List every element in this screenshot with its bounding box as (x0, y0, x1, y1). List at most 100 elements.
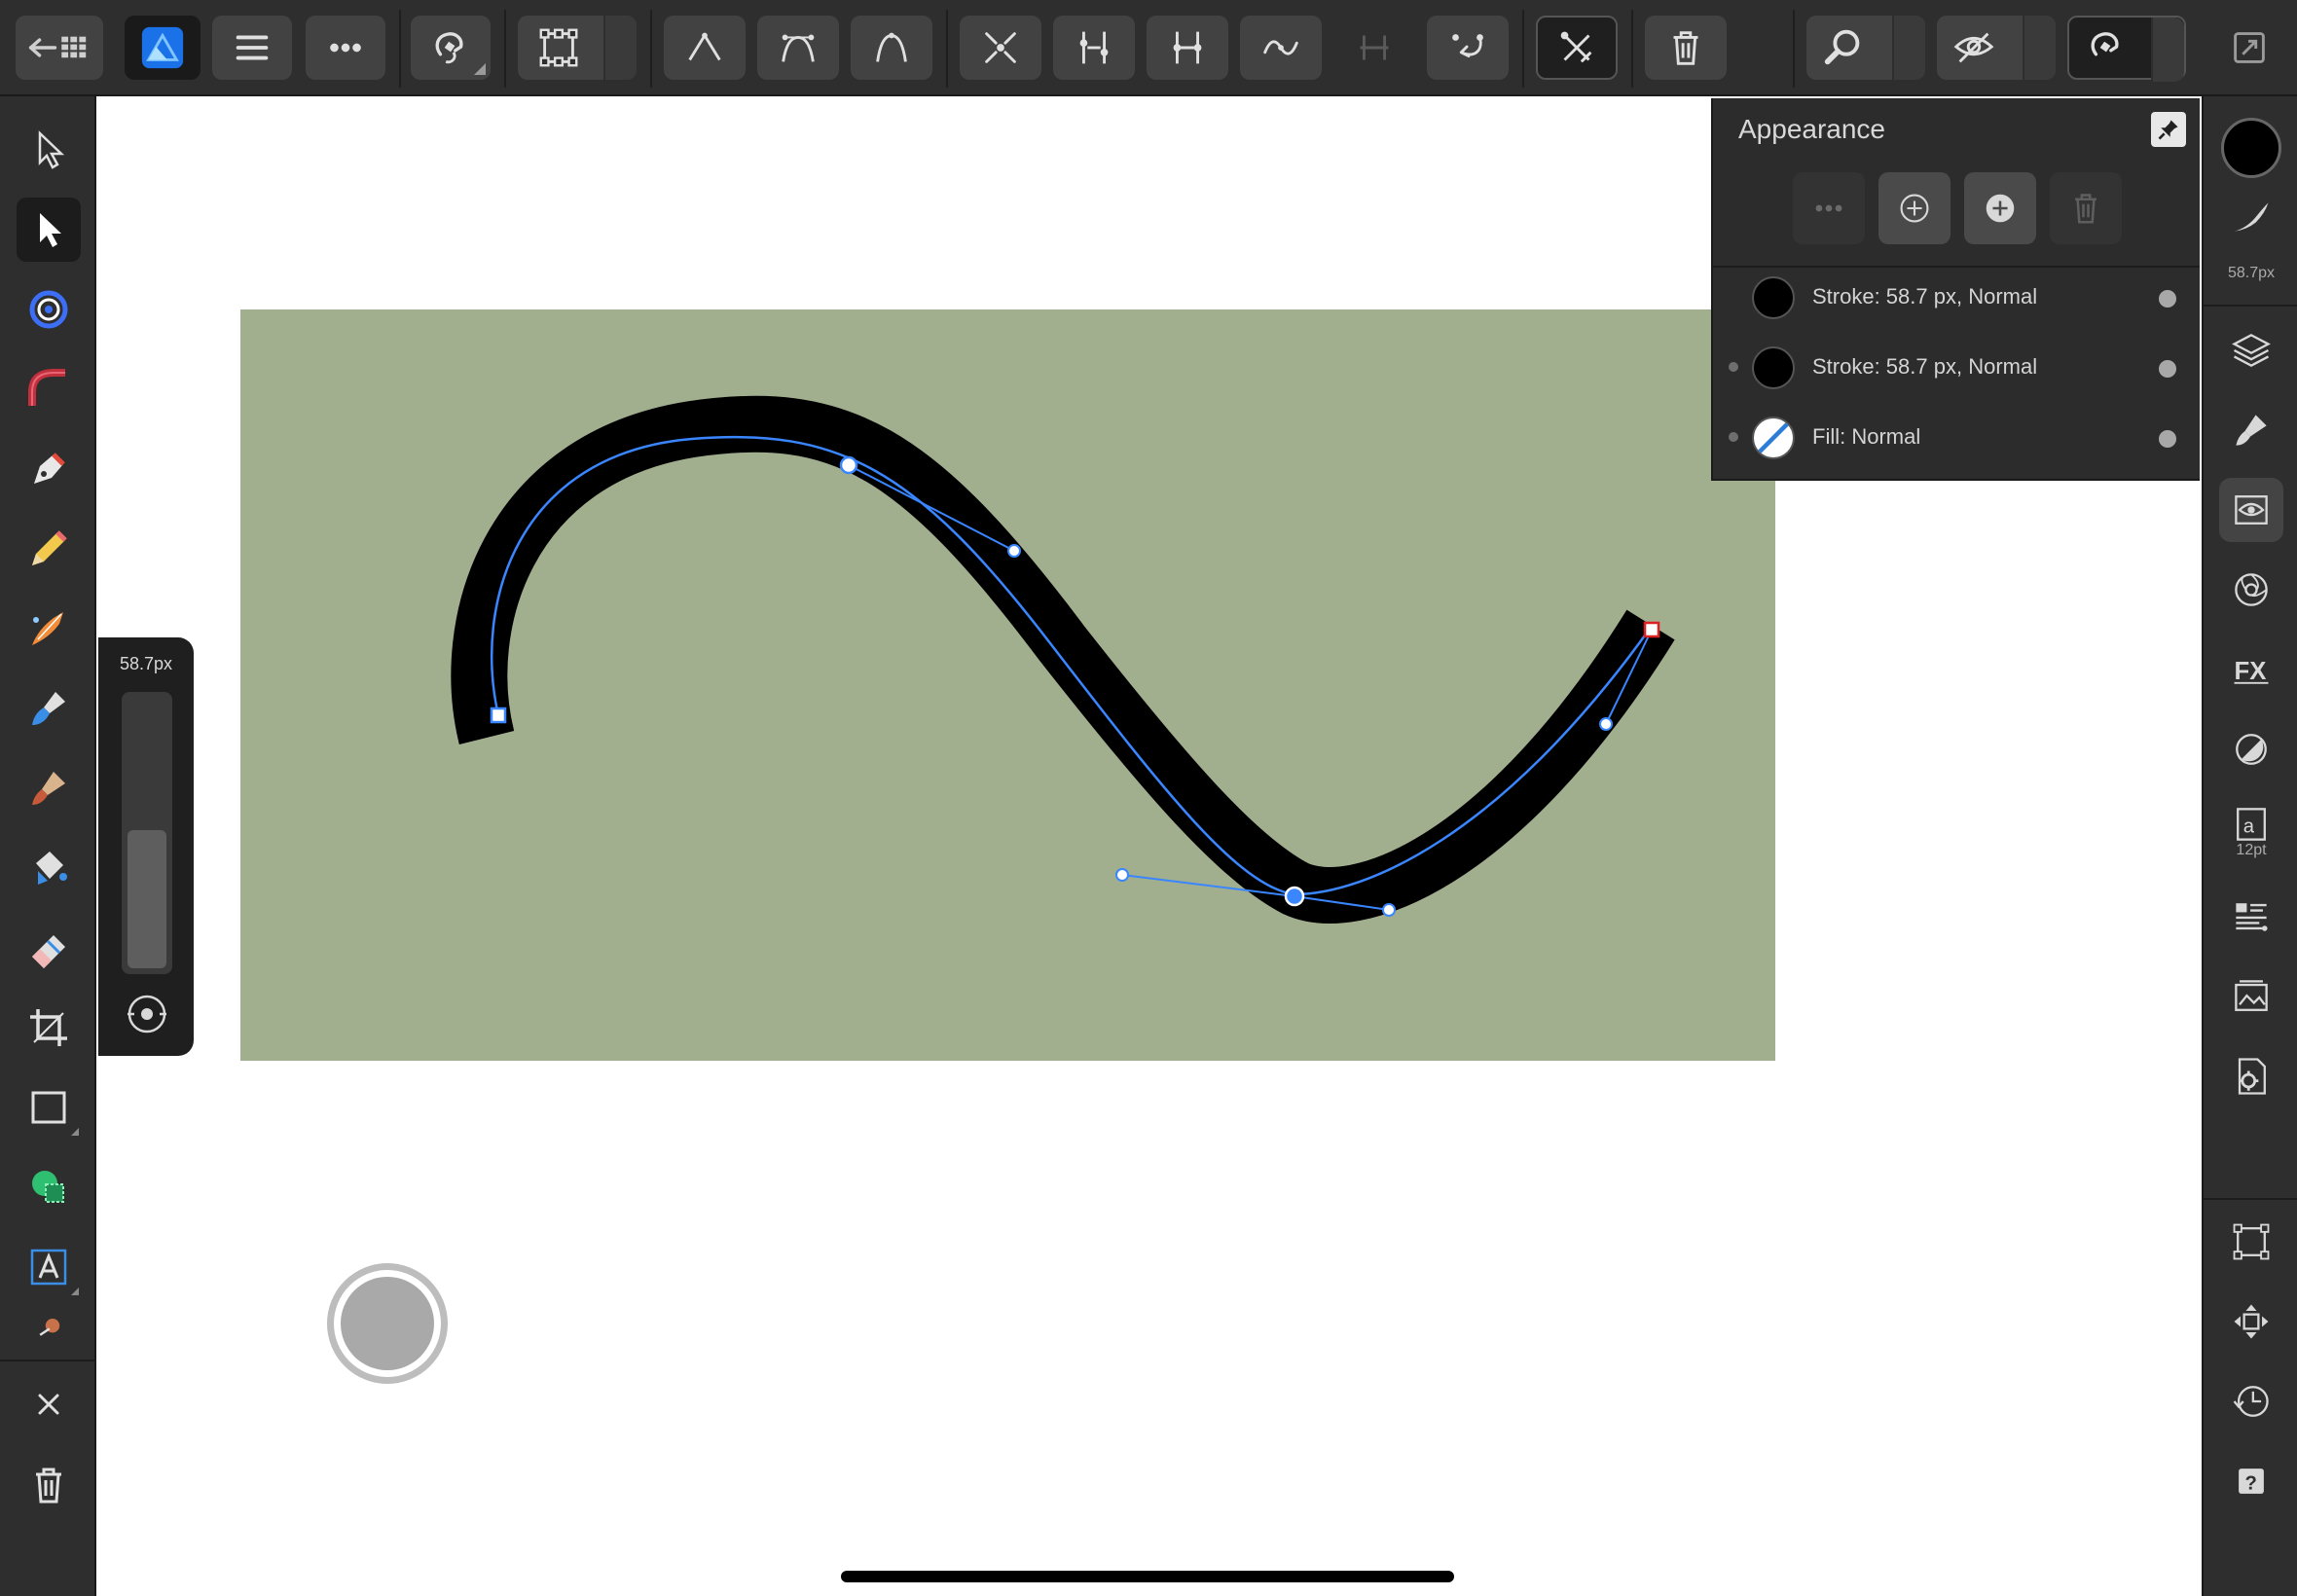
studio-bar: 58.7px FX a 12pt ? (2202, 96, 2297, 1596)
target-icon (29, 290, 68, 329)
stroke-color-swatch[interactable] (1752, 346, 1795, 389)
layers-studio-button[interactable] (2219, 318, 2283, 382)
eraser-tool[interactable] (17, 916, 81, 980)
transform-studio-button[interactable] (2219, 1210, 2283, 1274)
control-handle-point[interactable] (1115, 868, 1129, 882)
corner-tool[interactable] (17, 357, 81, 421)
pin-icon (2158, 120, 2178, 140)
appearance-row-stroke-2[interactable]: Stroke: 58.7 px, Normal (1713, 333, 2200, 403)
add-stroke-button[interactable] (1878, 172, 1951, 244)
snapping-button[interactable] (411, 16, 491, 80)
control-handle-point[interactable] (1382, 903, 1396, 917)
break-curve-button[interactable] (960, 16, 1041, 80)
toolbar-separator (399, 10, 401, 88)
rectangle-tool[interactable] (17, 1075, 81, 1140)
vector-brush-tool[interactable] (17, 597, 81, 661)
zoom-button[interactable] (1806, 16, 1925, 80)
paint-bucket-icon (36, 852, 67, 885)
visibility-toggle[interactable] (2159, 430, 2176, 448)
snapping-toggle-button[interactable] (2067, 16, 2186, 82)
designer-persona-button[interactable] (125, 16, 201, 80)
reverse-curve-button[interactable] (1147, 16, 1228, 80)
trash-icon (2075, 194, 2096, 224)
appearance-row-stroke-1[interactable]: Stroke: 58.7 px, Normal (1713, 263, 2200, 333)
artistic-text-tool[interactable] (17, 1235, 81, 1299)
move-tool[interactable] (17, 118, 81, 182)
zoom-dropdown[interactable] (1892, 16, 1925, 80)
pencil-tool[interactable] (17, 517, 81, 581)
appearance-options-button[interactable] (1793, 172, 1865, 244)
break-curve-icon (985, 32, 1016, 63)
visibility-toggle[interactable] (2159, 290, 2176, 308)
navigator-studio-button[interactable] (2219, 1289, 2283, 1354)
pressure-eye-icon[interactable] (123, 990, 171, 1038)
row-indicator (1729, 362, 1738, 372)
help-button[interactable]: ? (2219, 1449, 2283, 1513)
help-question-icon: ? (2239, 1469, 2264, 1494)
transparency-studio-button[interactable] (2219, 717, 2283, 781)
affinity-designer-logo-icon (141, 26, 184, 69)
join-curves-button[interactable] (1053, 16, 1135, 80)
curve-node-selected[interactable] (1284, 886, 1305, 907)
pin-panel-button[interactable] (2151, 112, 2186, 147)
appearance-row-fill[interactable]: Fill: Normal (1713, 403, 2200, 473)
point-transform-tool[interactable] (17, 277, 81, 342)
add-circle-filled-icon (1986, 194, 2015, 223)
color-swatch-button[interactable] (2219, 116, 2283, 180)
stroke-button[interactable] (2219, 194, 2283, 242)
convert-to-curves-button[interactable] (1536, 16, 1618, 80)
distribute-nodes-button-disabled[interactable] (1333, 16, 1415, 80)
tools-separator (0, 1360, 96, 1361)
view-mode-button[interactable] (1937, 16, 2056, 80)
transform-mode-button[interactable] (518, 16, 637, 80)
document-settings-button[interactable] (2219, 1044, 2283, 1108)
curve-start-node[interactable] (490, 707, 507, 724)
appearance-studio-button[interactable] (2219, 478, 2283, 542)
assets-studio-button[interactable] (2219, 964, 2283, 1029)
pen-tool[interactable] (17, 437, 81, 501)
paragraph-studio-button[interactable] (2219, 885, 2283, 949)
smooth-node-button[interactable] (757, 16, 839, 80)
view-mode-dropdown[interactable] (2023, 16, 2056, 80)
transparency-tool[interactable] (17, 836, 81, 900)
back-to-documents-button[interactable] (16, 16, 103, 80)
smooth-curve-button[interactable] (1240, 16, 1322, 80)
menu-button[interactable] (212, 16, 292, 80)
close-curve-button[interactable] (1427, 16, 1509, 80)
stroke-color-swatch[interactable] (1752, 276, 1795, 319)
fill-tool[interactable] (17, 676, 81, 741)
visibility-toggle[interactable] (2159, 360, 2176, 378)
delete-appearance-button[interactable] (2050, 172, 2122, 244)
transform-mode-dropdown[interactable] (603, 16, 637, 80)
row-indicator (1729, 432, 1738, 442)
fullscreen-button[interactable] (2217, 16, 2281, 80)
cut-curve-icon (1560, 31, 1592, 63)
brushes-studio-button[interactable] (2219, 398, 2283, 462)
curve-end-node[interactable] (1643, 621, 1660, 638)
curve-node[interactable] (839, 455, 858, 475)
sharp-node-button[interactable] (664, 16, 746, 80)
swatches-studio-button[interactable] (2219, 558, 2283, 622)
smart-node-button[interactable] (851, 16, 932, 80)
effects-studio-button[interactable]: FX (2219, 637, 2283, 702)
stroke-width-slider-fill[interactable] (128, 830, 166, 968)
add-fill-button[interactable] (1964, 172, 2036, 244)
svg-text:FX: FX (2235, 658, 2267, 685)
pixel-brush-tool[interactable] (17, 756, 81, 820)
snapping-dropdown[interactable] (2151, 18, 2184, 82)
more-tools-partial[interactable] (17, 1299, 81, 1338)
history-studio-button[interactable] (2219, 1369, 2283, 1433)
tools-panel (0, 96, 96, 1596)
crop-tool[interactable] (17, 996, 81, 1060)
no-fill-swatch[interactable] (1752, 417, 1795, 459)
appearance-row-label: Stroke: 58.7 px, Normal (1812, 354, 2038, 379)
control-handle-point[interactable] (1007, 544, 1021, 558)
close-curve-tool-button[interactable] (17, 1372, 81, 1436)
control-handle-point[interactable] (1599, 717, 1613, 731)
delete-node-button[interactable] (1645, 16, 1727, 80)
more-button[interactable] (306, 16, 385, 80)
node-tool[interactable] (17, 198, 81, 262)
delete-tool-button[interactable] (17, 1453, 81, 1517)
shape-builder-tool[interactable] (17, 1155, 81, 1219)
command-controller-button[interactable] (327, 1263, 448, 1384)
